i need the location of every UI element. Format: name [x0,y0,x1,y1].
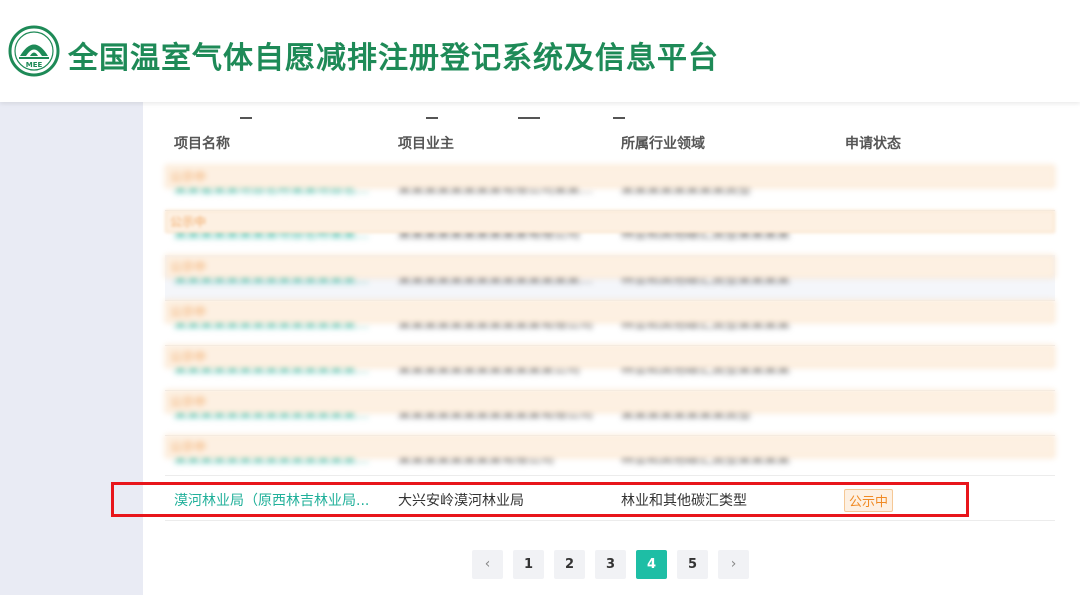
column-header-project-owner: 项目业主 [398,136,454,152]
table-row[interactable]: 某某某某某某某某某某某某某某项目 某某某某某某某某某某某某某某公司 林业和其他碳… [165,255,1055,300]
site-header: MEE 全国温室气体自愿减排注册登记系统及信息平台 [0,0,1080,102]
status-badge: 公示中 [165,165,1055,188]
next-page-button[interactable]: › [718,550,749,579]
page-button-5[interactable]: 5 [677,550,708,579]
highlight-annotation-box [111,482,969,517]
column-header-project-name: 项目名称 [174,136,230,152]
status-badge: 公示中 [165,210,1055,233]
page-button-2[interactable]: 2 [554,550,585,579]
table-row[interactable]: 某某某某某某某某某某某某某某项目 某某某某某某某某某某某有限公司 林业和其他碳汇… [165,300,1055,345]
table-row[interactable]: 某某某某某某某某某某某某某某项目 某某某某某某某某某某某某公司 林业和其他碳汇类… [165,345,1055,390]
mee-logo-icon[interactable]: MEE [8,25,60,77]
page-button-4-current[interactable]: 4 [636,550,667,579]
status-badge: 公示中 [165,255,1055,278]
site-title: 全国温室气体自愿减排注册登记系统及信息平台 [68,41,719,76]
column-header-industry: 所属行业领域 [621,136,705,152]
table-row[interactable]: 某某某某某某某某某某某某某某项目 某某某某某某某某某某某有限公司 某某某某某某某… [165,390,1055,435]
table-row[interactable]: 某某某某某某某某某某某某某某项目 某某某某某某某某有限公司 林业和其他碳汇类型某… [165,435,1055,480]
table-row[interactable]: 某某省某某项目名称某某项目名称某某 某某某某某某某某有限公司某某某某 某某某某某… [165,165,1055,210]
page-button-1[interactable]: 1 [513,550,544,579]
status-badge: 公示中 [165,435,1055,458]
sidebar-background [0,102,143,595]
status-badge: 公示中 [165,345,1055,368]
table-row[interactable]: 某某某某某某某某项目名称某某某某 某某某某某某某某某某有限公司 林业和其他碳汇类… [165,210,1055,255]
status-badge: 公示中 [165,300,1055,323]
prev-page-button[interactable]: ‹ [472,550,503,579]
cut-off-filter-row [143,113,1043,121]
column-header-status: 申请状态 [845,136,901,152]
logo-text: MEE [26,61,43,69]
status-badge: 公示中 [165,390,1055,413]
page-button-3[interactable]: 3 [595,550,626,579]
